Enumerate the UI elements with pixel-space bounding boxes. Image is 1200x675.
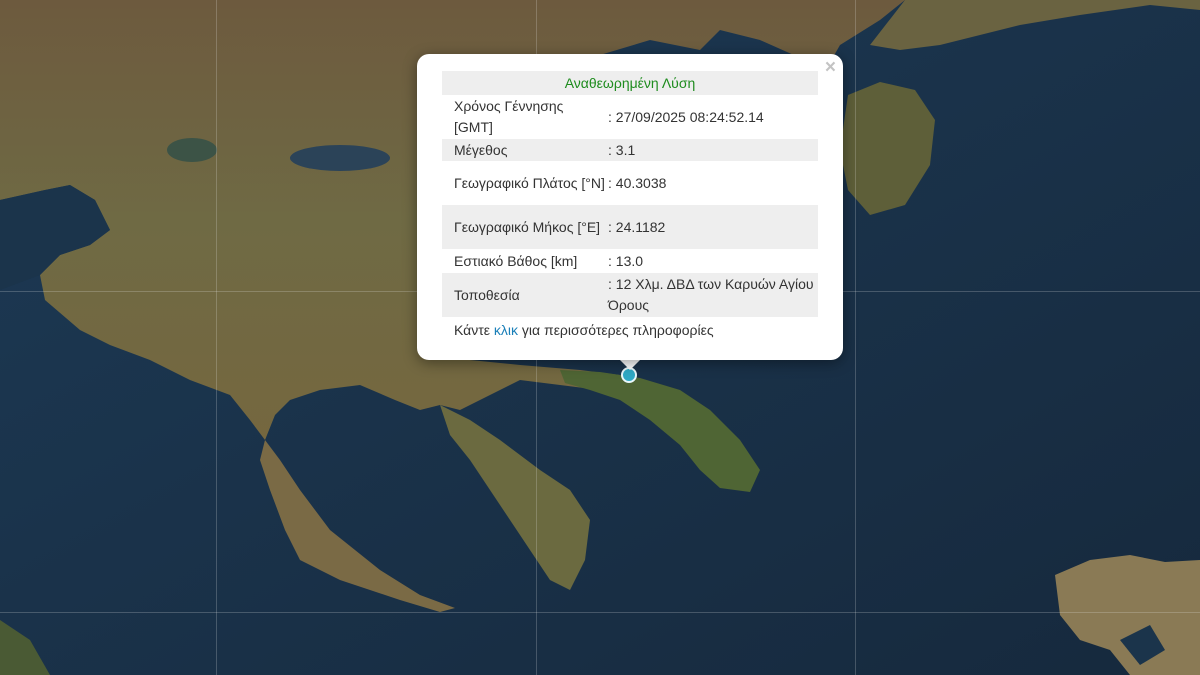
- row-label-longitude: Γεωγραφικό Μήκος [°E]: [454, 218, 601, 235]
- table-row: Τοποθεσία : 12 Χλμ. ΔΒΔ των Καρυών Αγίου…: [442, 273, 818, 317]
- close-icon[interactable]: ×: [825, 58, 836, 78]
- row-value-depth: : 13.0: [608, 252, 644, 269]
- table-row: Γεωγραφικό Πλάτος [°N] : 40.3038: [442, 161, 818, 205]
- graticule-meridian: [216, 0, 217, 675]
- popup-title: Αναθεωρημένη Λύση: [442, 71, 818, 95]
- table-row: Μέγεθος : 3.1: [442, 139, 818, 161]
- lake-koroneia: [167, 138, 217, 162]
- earthquake-details-table: Χρόνος Γέννησης [GMT] : 27/09/2025 08:24…: [442, 95, 818, 317]
- more-info-prefix: Κάντε: [454, 322, 494, 338]
- earthquake-info-popup: × Αναθεωρημένη Λύση Χρόνος Γέννησης [GMT…: [417, 54, 843, 360]
- more-info-link[interactable]: κλικ: [494, 322, 518, 338]
- table-row: Γεωγραφικό Μήκος [°E] : 24.1182: [442, 205, 818, 249]
- row-value-magnitude: : 3.1: [608, 141, 636, 158]
- row-label-origin-time: Χρόνος Γέννησης [GMT]: [454, 98, 564, 135]
- row-label-depth: Εστιακό Βάθος [km]: [454, 252, 578, 269]
- graticule-meridian: [855, 0, 856, 675]
- table-row: Χρόνος Γέννησης [GMT] : 27/09/2025 08:24…: [442, 95, 818, 139]
- more-info-text: Κάντε κλικ για περισσότερες πληροφορίες: [454, 322, 714, 338]
- row-label-latitude: Γεωγραφικό Πλάτος [°N]: [454, 174, 605, 191]
- lake-volvi: [290, 145, 390, 171]
- more-info-suffix: για περισσότερες πληροφορίες: [518, 322, 714, 338]
- row-value-origin-time: : 27/09/2025 08:24:52.14: [608, 108, 764, 125]
- table-row: Εστιακό Βάθος [km] : 13.0: [442, 249, 818, 273]
- row-label-magnitude: Μέγεθος: [454, 141, 508, 158]
- row-value-latitude: : 40.3038: [608, 174, 667, 191]
- row-value-location: : 12 Χλμ. ΔΒΔ των Καρυών Αγίου Όρους: [608, 276, 814, 313]
- satellite-map[interactable]: × Αναθεωρημένη Λύση Χρόνος Γέννησης [GMT…: [0, 0, 1200, 675]
- graticule-parallel: [0, 612, 1200, 613]
- row-value-longitude: : 24.1182: [608, 218, 666, 235]
- row-label-location: Τοποθεσία: [454, 286, 520, 303]
